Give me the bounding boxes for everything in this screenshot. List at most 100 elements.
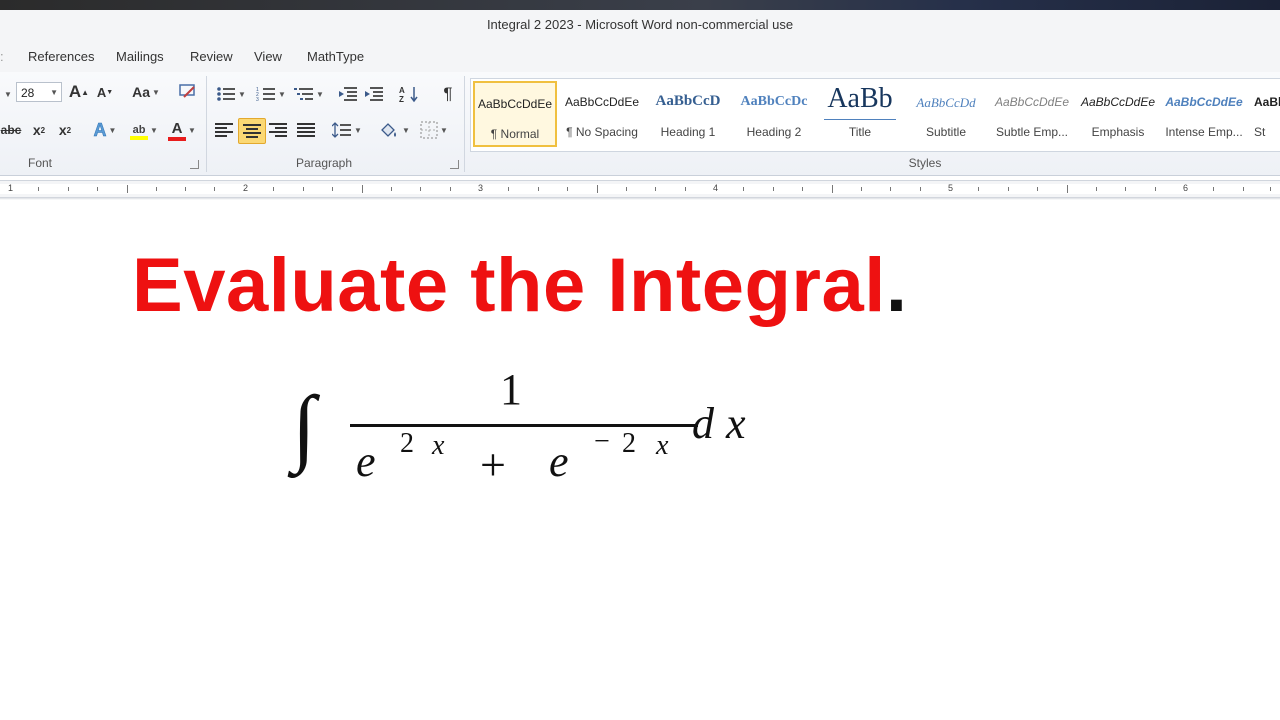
change-case-button[interactable]: Aa ▼ bbox=[130, 80, 162, 104]
style-strong[interactable]: AaBb St bbox=[1248, 81, 1280, 147]
numbering-button[interactable]: 1 2 3 ▼ bbox=[254, 82, 288, 106]
style-label: Emphasis bbox=[1091, 125, 1145, 139]
highlight-color-button[interactable]: ab ▼ bbox=[126, 118, 162, 142]
tab-mathtype[interactable]: MathType bbox=[307, 42, 364, 72]
style-sample: AaBbCcDdEe bbox=[477, 97, 553, 111]
tab-mailings[interactable]: Mailings bbox=[116, 42, 164, 72]
ruler-track: 1 2 3 4 5 6 bbox=[0, 183, 1280, 194]
document-heading[interactable]: Evaluate the Integral. bbox=[132, 242, 907, 329]
style-label: Title bbox=[848, 125, 872, 139]
horizontal-ruler[interactable]: 1 2 3 4 5 6 bbox=[0, 180, 1280, 198]
style-sample: AaBbCcDc bbox=[740, 94, 808, 109]
exponent-coefficient: 2 bbox=[622, 428, 636, 459]
exponent-variable: x bbox=[656, 430, 669, 461]
decrease-indent-icon bbox=[339, 87, 357, 101]
ruler-number: 3 bbox=[478, 183, 484, 193]
sort-button[interactable]: AZ bbox=[398, 82, 422, 106]
font-group-label: Font bbox=[27, 156, 52, 170]
ruler-tick bbox=[1270, 187, 1271, 191]
bullets-button[interactable]: ▼ bbox=[214, 82, 248, 106]
font-dialog-launcher[interactable] bbox=[190, 160, 199, 169]
align-right-icon bbox=[269, 123, 287, 137]
ruler-tick bbox=[450, 187, 451, 191]
ruler-number: 2 bbox=[243, 183, 249, 193]
ruler-tick bbox=[156, 187, 157, 191]
ruler-tick bbox=[597, 185, 598, 193]
ruler-number: 5 bbox=[948, 183, 954, 193]
paragraph-dialog-launcher[interactable] bbox=[450, 160, 459, 169]
numbering-icon: 123 bbox=[256, 87, 276, 102]
borders-button[interactable]: ▼ bbox=[416, 118, 452, 142]
tab-references[interactable]: References bbox=[28, 42, 94, 72]
style-sample: AaBbCcDdEe bbox=[1080, 95, 1156, 109]
style-title[interactable]: AaBb Title bbox=[818, 81, 902, 147]
font-size-field[interactable]: 28 ▼ bbox=[16, 82, 62, 102]
strikethrough-button[interactable]: abc bbox=[0, 118, 22, 142]
line-spacing-button[interactable]: ▼ bbox=[330, 118, 364, 142]
denominator-term-2: e bbox=[549, 436, 569, 487]
line-spacing-icon bbox=[332, 122, 352, 138]
ruler-tick bbox=[127, 185, 128, 193]
style-sample: AaBbCcDdEe bbox=[994, 95, 1070, 109]
style-normal[interactable]: AaBbCcDdEe ¶ Normal bbox=[473, 81, 557, 147]
fraction-bar bbox=[350, 424, 698, 427]
increase-indent-button[interactable] bbox=[362, 82, 386, 106]
font-color-button[interactable]: A ▼ bbox=[164, 118, 200, 142]
font-size-value: 28 bbox=[21, 86, 35, 100]
denominator-term-1: e bbox=[356, 436, 376, 487]
ruler-tick bbox=[626, 187, 627, 191]
font-name-dropdown[interactable]: ▼ bbox=[0, 82, 14, 106]
ruler-tick bbox=[1096, 187, 1097, 191]
show-formatting-marks-button[interactable]: ¶ bbox=[436, 82, 460, 106]
shrink-font-button[interactable]: A ▼ bbox=[94, 80, 116, 104]
multilevel-list-icon bbox=[294, 88, 314, 100]
subscript-button[interactable]: x2 bbox=[28, 118, 50, 142]
shading-button[interactable]: ▼ bbox=[376, 118, 412, 142]
style-sample: AaBbCcDd bbox=[916, 95, 976, 110]
ruler-tick bbox=[303, 187, 304, 191]
superscript-button[interactable]: x2 bbox=[54, 118, 76, 142]
tab-partial[interactable]: : bbox=[0, 42, 4, 72]
styles-group-label: Styles bbox=[908, 156, 942, 170]
ruler-tick bbox=[420, 187, 421, 191]
ruler-tick bbox=[1243, 187, 1244, 191]
style-label: ¶ No Spacing bbox=[566, 125, 638, 139]
ruler-tick bbox=[1037, 187, 1038, 191]
style-subtitle[interactable]: AaBbCcDd Subtitle bbox=[904, 81, 988, 147]
align-left-icon bbox=[215, 123, 233, 137]
integral-sign: ∫ bbox=[292, 378, 316, 474]
ruler-tick bbox=[1008, 187, 1009, 191]
chevron-down-icon[interactable]: ▼ bbox=[50, 83, 58, 103]
clear-formatting-icon[interactable] bbox=[176, 80, 200, 104]
title-underline bbox=[824, 119, 896, 120]
numerator: 1 bbox=[500, 365, 522, 414]
multilevel-list-button[interactable]: ▼ bbox=[292, 82, 326, 106]
justify-icon bbox=[297, 123, 315, 137]
desktop-strip bbox=[0, 0, 1280, 10]
text-effects-button[interactable]: A ▼ bbox=[88, 118, 122, 142]
align-right-button[interactable] bbox=[266, 118, 290, 142]
grow-font-button[interactable]: A ▲ bbox=[68, 80, 90, 104]
sort-icon: AZ bbox=[399, 86, 418, 103]
style-heading-1[interactable]: AaBbCcD Heading 1 bbox=[646, 81, 730, 147]
align-left-button[interactable] bbox=[212, 118, 236, 142]
tab-review[interactable]: Review bbox=[190, 42, 233, 72]
style-label: Heading 2 bbox=[746, 125, 802, 139]
ruler-tick bbox=[890, 187, 891, 191]
style-subtle-emphasis[interactable]: AaBbCcDdEe Subtle Emp... bbox=[990, 81, 1074, 147]
decrease-indent-button[interactable] bbox=[336, 82, 360, 106]
window-title: Integral 2 2023 - Microsoft Word non-com… bbox=[0, 10, 1280, 42]
ruler-tick bbox=[38, 187, 39, 191]
style-intense-emphasis[interactable]: AaBbCcDdEe Intense Emp... bbox=[1162, 81, 1246, 147]
ruler-tick bbox=[1155, 187, 1156, 191]
style-heading-2[interactable]: AaBbCcDc Heading 2 bbox=[732, 81, 816, 147]
ruler-tick bbox=[68, 187, 69, 191]
style-emphasis[interactable]: AaBbCcDdEe Emphasis bbox=[1076, 81, 1160, 147]
tab-view[interactable]: View bbox=[254, 42, 282, 72]
style-no-spacing[interactable]: AaBbCcDdEe ¶ No Spacing bbox=[560, 81, 644, 147]
justify-button[interactable] bbox=[294, 118, 318, 142]
exponent-coefficient: 2 bbox=[400, 428, 414, 459]
ruler-number: 6 bbox=[1183, 183, 1189, 193]
align-center-button[interactable] bbox=[238, 118, 266, 144]
highlight-swatch bbox=[130, 136, 149, 140]
